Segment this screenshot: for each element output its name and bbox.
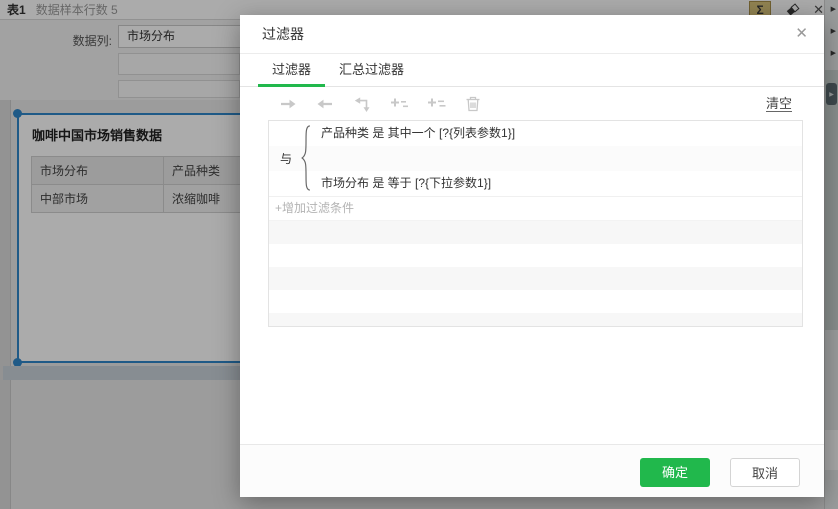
tab-aggregate-filter[interactable]: 汇总过滤器	[325, 54, 418, 86]
arrow-right-icon	[281, 99, 296, 109]
clear-all-link[interactable]: 清空	[765, 96, 792, 112]
app-root: 表1 数据样本行数 5 Σ ✕ 数据列: 市场分布 咖啡中国市场销售数据 市场分…	[0, 0, 838, 509]
confirm-button[interactable]: 确定	[640, 458, 710, 487]
arrow-left-icon	[317, 99, 332, 109]
filter-condition-row[interactable]: 市场分布 是 等于 [?{下拉参数1}]	[269, 171, 802, 196]
filter-toolbar: 清空	[240, 87, 824, 121]
delete-condition-button[interactable]	[463, 94, 483, 114]
dialog-title: 过滤器	[262, 26, 304, 42]
dialog-close-button[interactable]: ✕	[795, 24, 808, 42]
empty-list-row	[269, 267, 802, 290]
empty-list-row	[269, 244, 802, 267]
empty-list-row	[269, 221, 802, 244]
filter-condition-list: 产品种类 是 其中一个 [?{列表参数1}] 市场分布 是 等于 [?{下拉参数…	[268, 120, 803, 327]
add-filter-condition-row[interactable]: +增加过滤条件	[269, 197, 802, 221]
condition-group: 产品种类 是 其中一个 [?{列表参数1}] 市场分布 是 等于 [?{下拉参数…	[269, 121, 802, 197]
dialog-tabs: 过滤器 汇总过滤器	[240, 54, 824, 87]
empty-list-row	[269, 313, 802, 326]
add-sub-condition-button[interactable]	[389, 94, 409, 114]
move-to-sublevel-button[interactable]	[352, 94, 372, 114]
tab-filter[interactable]: 过滤器	[258, 54, 326, 87]
condition-group-spacer	[269, 146, 802, 171]
trash-icon	[466, 96, 480, 112]
filter-condition-row[interactable]: 产品种类 是 其中一个 [?{列表参数1}]	[269, 121, 802, 146]
dialog-header: 过滤器 ✕	[240, 15, 824, 54]
logical-operator-label: 与	[279, 152, 292, 166]
dialog-footer: 确定 取消	[240, 444, 824, 497]
add-sub-condition-icon	[391, 98, 408, 108]
empty-list-row	[269, 290, 802, 313]
filter-dialog: 过滤器 ✕ 过滤器 汇总过滤器 清空 产品种类 是 其中一个 [?{列表参数1}…	[240, 15, 824, 497]
group-brace-icon	[301, 125, 311, 191]
cancel-button[interactable]: 取消	[730, 458, 800, 487]
add-sub-group-button[interactable]	[426, 94, 446, 114]
move-left-button[interactable]	[315, 94, 335, 114]
add-sub-group-icon	[428, 98, 446, 107]
move-to-sublevel-icon	[354, 97, 370, 112]
move-right-button[interactable]	[278, 94, 298, 114]
